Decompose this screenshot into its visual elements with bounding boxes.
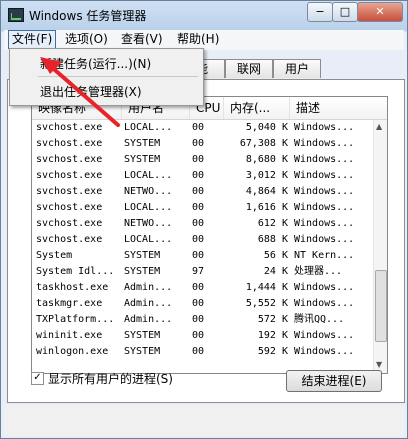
annotation-arrow-icon [40, 57, 120, 127]
